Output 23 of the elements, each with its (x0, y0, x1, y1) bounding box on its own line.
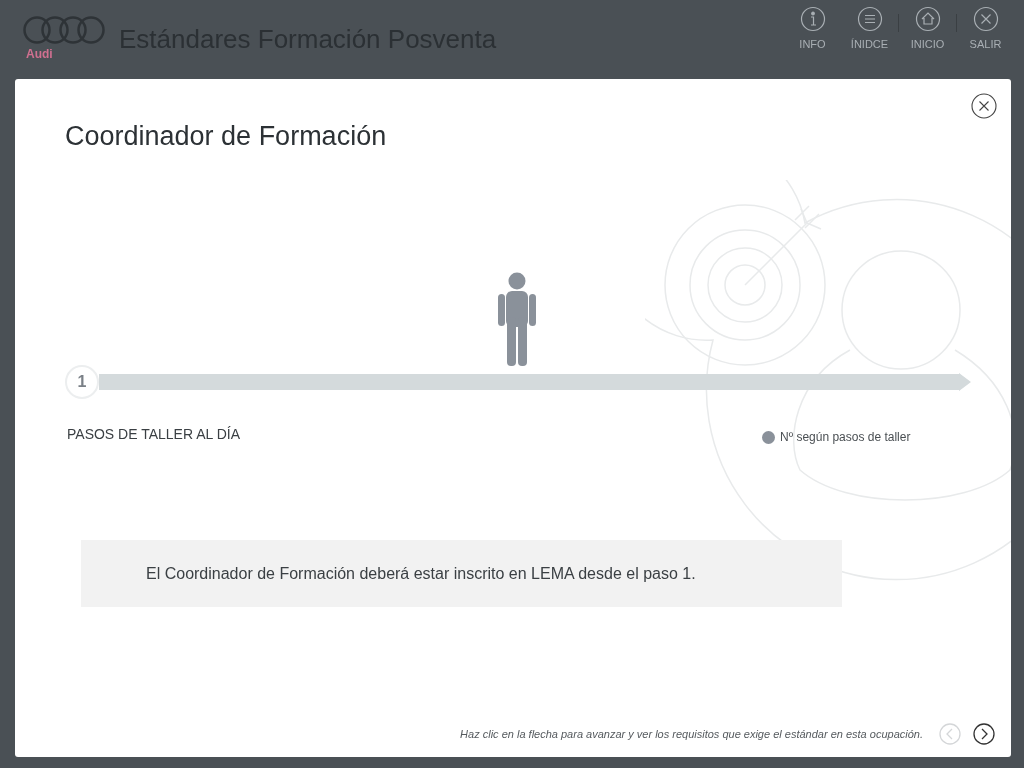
nav-button[interactable]: ÍNIDCE (841, 6, 898, 50)
home-icon (914, 6, 941, 32)
info-icon (799, 6, 826, 32)
chevron-right-icon (973, 723, 995, 745)
legend-label: Nº según pasos de taller (780, 430, 911, 444)
dialog-title: Coordinador de Formación (65, 121, 388, 152)
next-button[interactable] (973, 723, 995, 745)
legend-dot (762, 430, 775, 444)
note-text: El Coordinador de Formación deberá estar inscrito en LEMA desde el paso 1. (81, 540, 842, 607)
person-icon (497, 272, 537, 366)
close-icon (972, 6, 999, 32)
brand-name: Audi (26, 47, 53, 61)
nav-button[interactable]: INICIO (899, 6, 956, 50)
close-button[interactable] (971, 93, 997, 119)
step-marker: 1 (65, 365, 99, 399)
nav-button[interactable]: INFO (784, 6, 841, 50)
rings-logo-icon (22, 15, 106, 45)
nav-button[interactable]: SALIR (957, 6, 1014, 50)
chevron-left-icon (939, 723, 961, 745)
close-icon (971, 93, 997, 119)
list-icon (856, 6, 883, 32)
footer-hint: Haz clic en la flecha para avanzar y ver los requisitos que exige el estándar en esta ocupación. (460, 728, 923, 740)
axis-label: PASOS DE TALLER AL DÍA (67, 426, 240, 442)
